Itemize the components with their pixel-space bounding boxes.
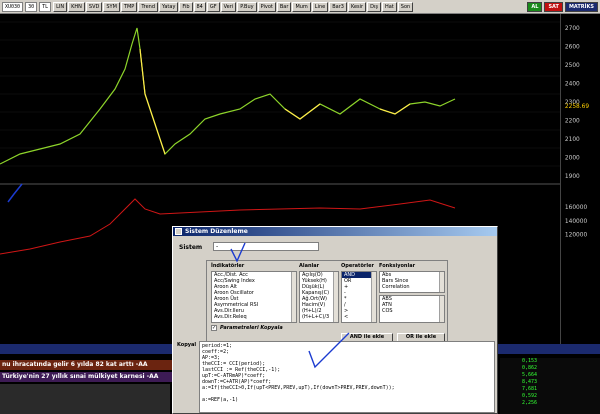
quote-row: 8,473 (522, 379, 538, 385)
currency-field[interactable]: TL (39, 1, 52, 12)
toolbar-button[interactable]: KHN (68, 1, 85, 12)
dialog-title-bar: Sistem Düzenleme (173, 227, 497, 236)
period-field[interactable]: 30 (25, 1, 38, 12)
axis-tick-label: 2100 (565, 137, 580, 143)
news-headline-2[interactable]: Türkiye'nin 27 yıllık sınai mülkiyet kar… (0, 372, 180, 382)
news-headline-1[interactable]: nu ihracatında gelir 6 yılda 82 kat artt… (0, 360, 180, 370)
bottom-left-panel (0, 384, 170, 414)
toolbar-button[interactable]: Veri (220, 1, 237, 12)
functions-header: Fonksiyonlar (379, 263, 416, 269)
al-button[interactable]: AL (527, 1, 543, 12)
price-axis: 2700260025002400230022002100200019002258… (560, 14, 600, 344)
list-item[interactable]: Avs.Dir.Releq (212, 314, 296, 320)
operators-header: Operatörler (341, 263, 374, 269)
axis-tick-label: 2000 (565, 156, 580, 162)
toolbar-button[interactable]: Fib (179, 1, 193, 12)
signal-segment (379, 103, 411, 115)
quote-row: 2,256 (522, 400, 538, 406)
operators-list[interactable]: AND OR + - * / > < (341, 271, 377, 323)
code-line: a:=REF(a,-1) (202, 397, 239, 403)
list-item[interactable]: Correlation (380, 284, 444, 290)
toolbar-button[interactable]: Son (397, 1, 414, 12)
toolbar-button[interactable]: Line (311, 1, 329, 12)
quote-row: 0,153 (522, 358, 538, 364)
toolbar-button[interactable]: LIN (53, 1, 68, 12)
axis-tick-label: 2700 (565, 26, 580, 32)
toolbar-button[interactable]: Kesir (347, 1, 367, 12)
axis-tick-label: 2400 (565, 81, 580, 87)
functions-2-scrollbar[interactable] (439, 296, 444, 322)
toolbar-button[interactable]: Bar3 (329, 1, 347, 12)
quote-row: 5,664 (522, 372, 538, 378)
toolbar-button[interactable]: Pivot (257, 1, 276, 12)
functions-list-2[interactable]: ABS ATN COS (379, 295, 445, 323)
fields-scrollbar[interactable] (333, 272, 338, 322)
quote-row: 0,862 (522, 365, 538, 371)
functions-scrollbar[interactable] (439, 272, 444, 292)
indicators-header: İndikatörler (211, 263, 245, 269)
toolbar-button[interactable]: 84 (193, 1, 206, 12)
toolbar-button[interactable]: SYM (103, 1, 120, 12)
list-item[interactable]: COS (380, 308, 444, 314)
sistem-input[interactable]: - (213, 242, 319, 251)
quote-row: 7,681 (522, 386, 538, 392)
toolbar-buttons: LIN KHN SVD SYM TMP Trend Yatay Fib 84 GF Veri P.Bu… (53, 1, 414, 12)
axis-tick-label: 1900 (565, 174, 580, 180)
builder-groupbox: İndikatörler Alanlar Operatörler Fonksiy… (206, 260, 448, 344)
matriks-button[interactable]: MATRİKS (564, 1, 598, 12)
operators-scrollbar[interactable] (371, 272, 376, 322)
kopyala-label: Kopyal (177, 342, 197, 348)
signal-segment (139, 48, 166, 155)
price-line (0, 27, 456, 165)
toolbar-button[interactable]: Dış (367, 1, 381, 12)
quote-list: 0,153 0,862 5,664 8,473 7,681 0,592 2,256 (500, 358, 600, 414)
fields-list[interactable]: Açılış(O) Yüksek(H) Düşük(L) Kapanış(C) Ağ.O… (299, 271, 339, 323)
signal-segment (284, 103, 321, 120)
toolbar-button[interactable]: SVD (85, 1, 103, 12)
chart-toolbar: XU030 30 TL LIN KHN SVD SYM TMP Trend Yatay Fib… (0, 0, 600, 14)
system-editor-dialog: Sistem Düzenleme Sistem - İndikatörler A… (172, 226, 498, 414)
axis-tick-label: 140000 (565, 219, 588, 225)
copy-params-label: Parametreleri Kopyala (220, 325, 283, 331)
toolbar-button[interactable]: Hat (381, 1, 397, 12)
axis-tick-label: 120000 (565, 233, 588, 239)
toolbar-button[interactable]: GF (206, 1, 220, 12)
toolbar-button[interactable]: Mum (292, 1, 311, 12)
axis-tick-label: 2258.69 (565, 104, 589, 110)
symbol-field[interactable]: XU030 (2, 1, 24, 12)
sat-button[interactable]: SAT (544, 1, 563, 12)
toolbar-button[interactable]: P.Buy (237, 1, 257, 12)
pen-stroke (7, 183, 23, 203)
dialog-title: Sistem Düzenleme (185, 228, 248, 235)
quote-row: 0,592 (522, 393, 538, 399)
axis-tick-label: 2500 (565, 63, 580, 69)
toolbar-button[interactable]: TMP (120, 1, 138, 12)
toolbar-button[interactable]: Yatay (159, 1, 179, 12)
copy-params-checkbox[interactable]: ✓ (211, 325, 217, 331)
sistem-label: Sistem (179, 244, 203, 251)
toolbar-button[interactable]: Bar (276, 1, 292, 12)
toolbar-button[interactable]: Trend (138, 1, 158, 12)
code-editor[interactable]: period:=1; coeff:=2; AP:=3; theCCI:= CCI(pe… (199, 341, 495, 413)
indicators-scrollbar[interactable] (291, 272, 296, 322)
fields-header: Alanlar (299, 263, 320, 269)
window-icon (175, 228, 182, 235)
axis-tick-label: 2200 (565, 118, 580, 124)
axis-tick-label: 160000 (565, 205, 588, 211)
functions-list[interactable]: Abs Bars Since Correlation (379, 271, 445, 293)
indicators-list[interactable]: Acc./Dist. Acc Acc/Swing Index Aroon Alt Ar… (211, 271, 297, 323)
axis-tick-label: 2600 (565, 44, 580, 50)
